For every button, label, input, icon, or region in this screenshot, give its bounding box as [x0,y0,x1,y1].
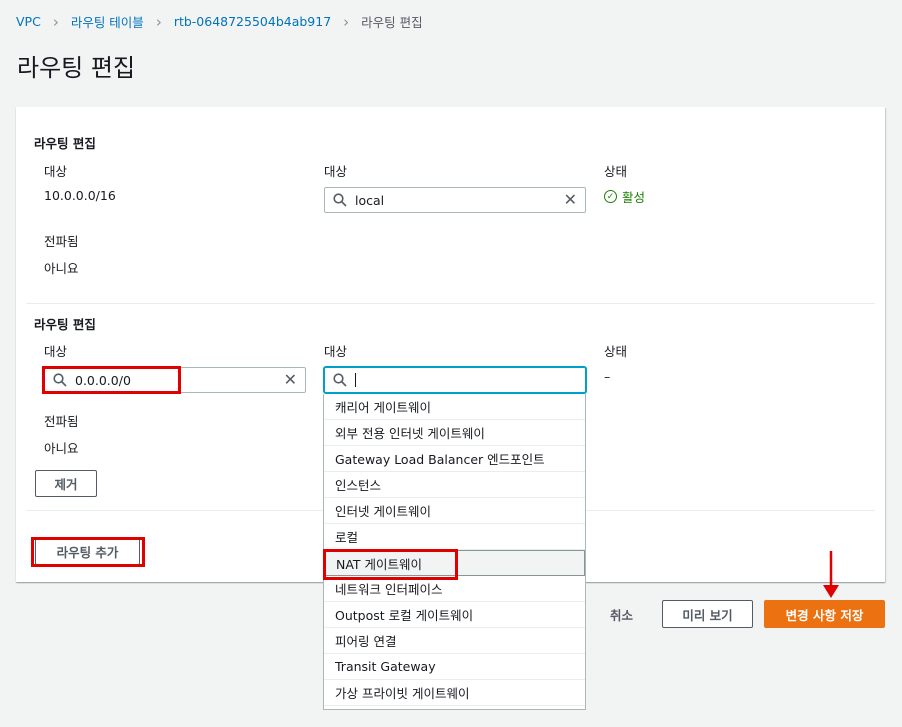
clear-icon[interactable]: ✕ [284,371,297,389]
divider [26,303,875,304]
route-1-target-input[interactable]: local ✕ [324,187,586,213]
save-changes-button[interactable]: 변경 사항 저장 [764,600,885,628]
dropdown-option[interactable]: 캐리어 게이트웨이 [324,394,585,420]
breadcrumb-route-table-id[interactable]: rtb-0648725504b4ab917 [174,14,331,29]
check-circle-icon: ✓ [604,190,617,203]
route-2-status-value: – [604,369,611,384]
text-caret [355,373,356,387]
route-1-target-value: local [355,192,385,208]
chevron-right-icon: › [155,12,162,31]
clear-icon[interactable]: ✕ [564,191,577,209]
target-dropdown-list: 캐리어 게이트웨이 외부 전용 인터넷 게이트웨이 Gateway Load B… [323,394,586,710]
cancel-button[interactable]: 취소 [610,605,633,624]
breadcrumb-vpc[interactable]: VPC [16,14,41,29]
route-2-dest-label: 대상 [44,344,68,359]
add-route-button[interactable]: 라우팅 추가 [35,538,140,565]
chevron-right-icon: › [52,12,59,31]
route-2-propagated-label: 전파됨 [44,414,79,429]
dropdown-option[interactable]: Transit Gateway [324,654,585,680]
route-1-dest-label: 대상 [44,164,68,179]
dropdown-option[interactable]: Gateway Load Balancer 엔드포인트 [324,446,585,472]
route-1-status: ✓ 활성 [604,187,645,206]
dropdown-option[interactable]: 외부 전용 인터넷 게이트웨이 [324,420,585,446]
page-title: 라우팅 편집 [17,54,136,82]
route-2-status-label: 상태 [604,344,628,359]
route-1-title: 라우팅 편집 [34,136,96,151]
route-1-status-value: 활성 [622,190,646,205]
dropdown-option-nat-gateway[interactable]: NAT 게이트웨이 [324,550,585,576]
route-2-target-label: 대상 [324,344,348,359]
search-icon [53,373,67,387]
breadcrumb-route-tables[interactable]: 라우팅 테이블 [71,12,144,31]
route-1-propagated-value: 아니요 [44,261,79,276]
search-icon [333,373,347,387]
route-2-propagated-value: 아니요 [44,441,79,456]
route-2-target-input[interactable] [324,367,586,393]
route-2-title: 라우팅 편집 [34,317,96,332]
route-1-propagated-label: 전파됨 [44,234,79,249]
breadcrumb: VPC › 라우팅 테이블 › rtb-0648725504b4ab917 › … [16,12,423,31]
chevron-right-icon: › [343,12,350,31]
route-1-target-label: 대상 [324,164,348,179]
remove-button[interactable]: 제거 [35,470,97,497]
route-2-dest-value: 0.0.0.0/0 [75,372,131,388]
dropdown-option[interactable]: Outpost 로컬 게이트웨이 [324,602,585,628]
route-2-dest-input[interactable]: 0.0.0.0/0 ✕ [44,367,306,393]
dropdown-option[interactable]: 네트워크 인터페이스 [324,576,585,602]
search-icon [333,193,347,207]
route-1-status-label: 상태 [604,164,628,179]
dropdown-option[interactable]: 로컬 [324,524,585,550]
dropdown-option[interactable]: 피어링 연결 [324,628,585,654]
preview-button[interactable]: 미리 보기 [662,600,753,628]
dropdown-option[interactable]: 인터넷 게이트웨이 [324,498,585,524]
arrow-down-icon [823,551,839,598]
dropdown-option[interactable]: 인스턴스 [324,472,585,498]
breadcrumb-current: 라우팅 편집 [361,15,423,30]
dropdown-option[interactable]: 가상 프라이빗 게이트웨이 [324,680,585,706]
route-1-dest-value: 10.0.0.0/16 [44,188,116,203]
